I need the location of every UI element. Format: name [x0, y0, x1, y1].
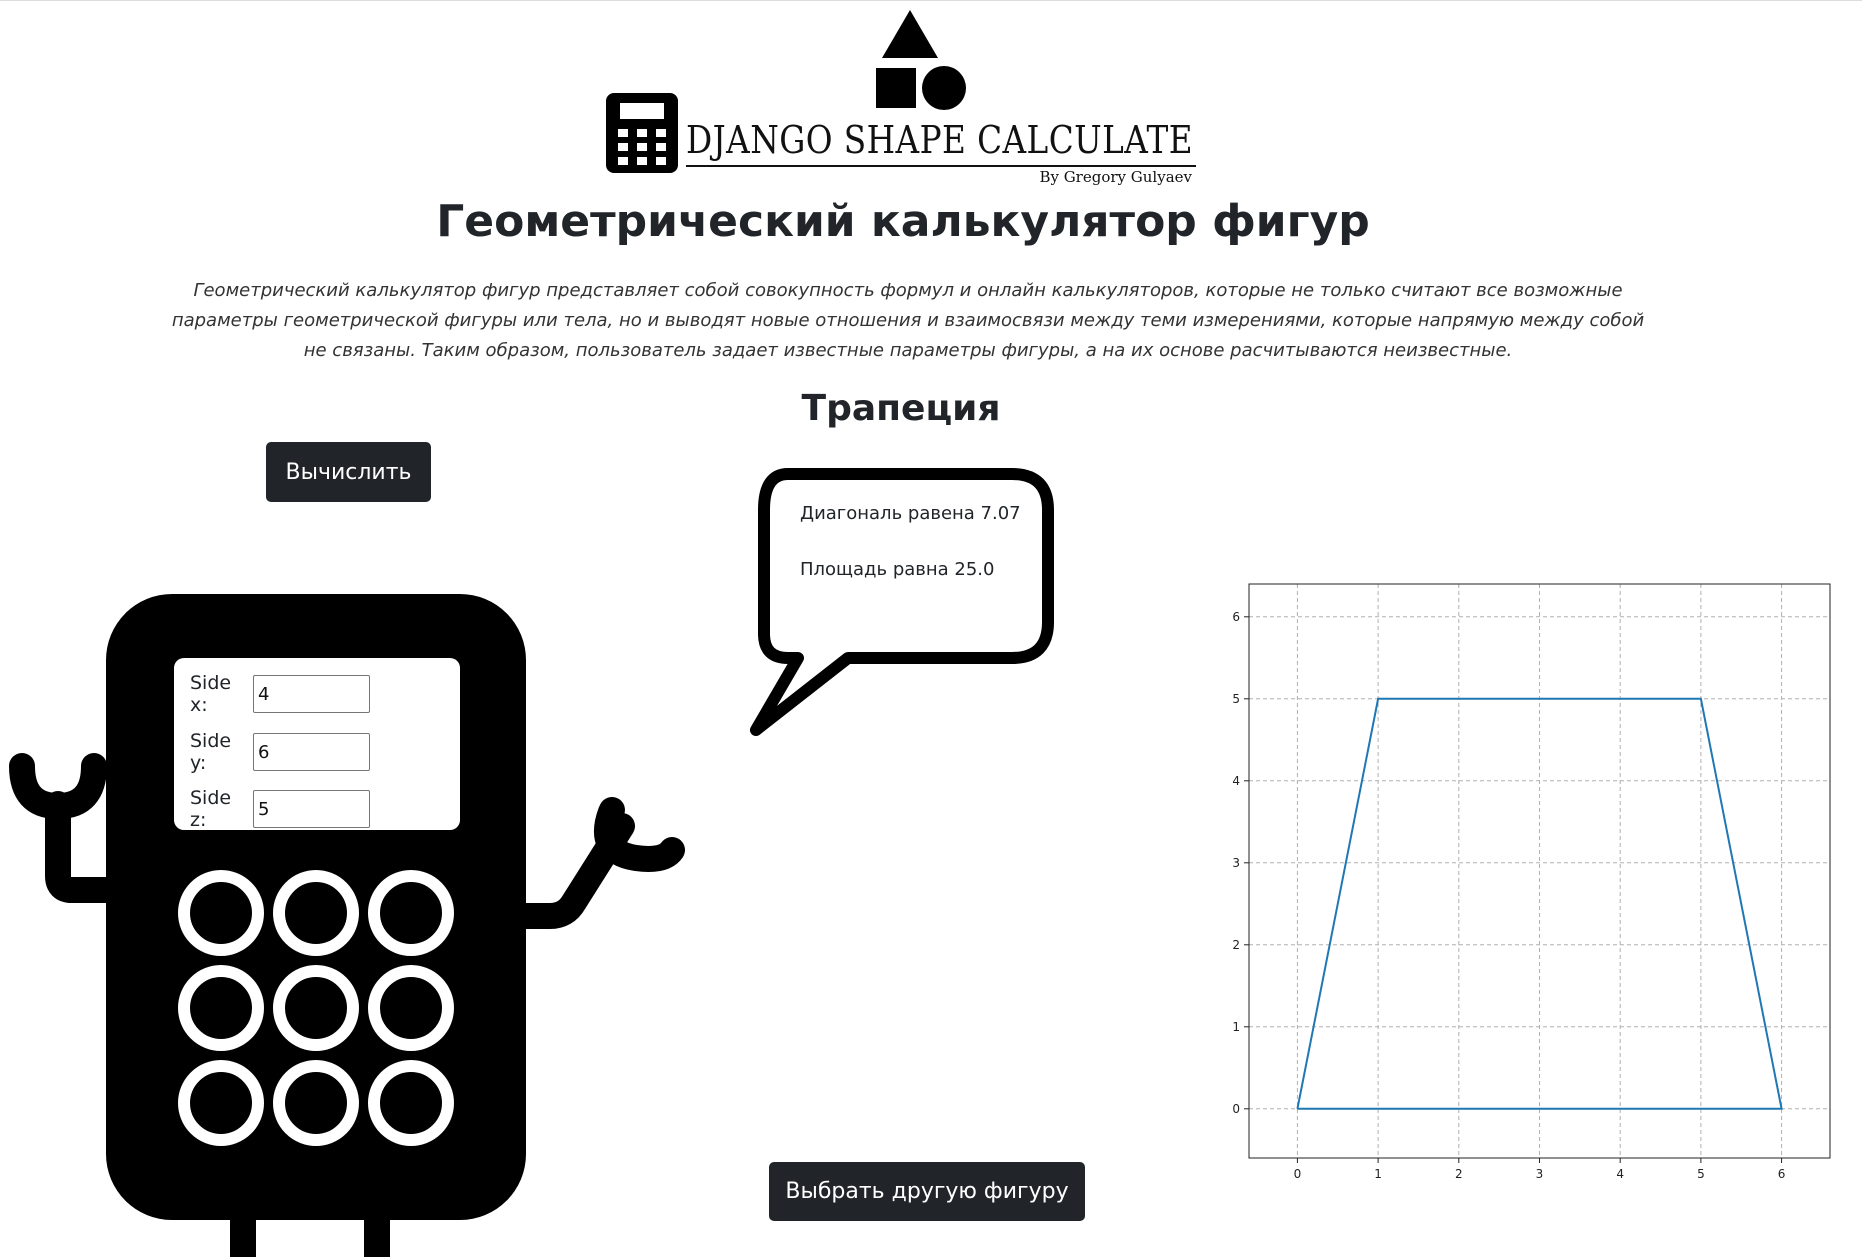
x-tick-label: 2 — [1455, 1167, 1463, 1181]
side-y-input[interactable] — [253, 733, 370, 771]
side-y-label: Side y: — [190, 730, 232, 774]
logo-underline — [686, 165, 1196, 167]
diagonal-result: Диагональ равена 7.07 — [800, 503, 1021, 524]
area-result: Площадь равна 25.0 — [800, 559, 995, 580]
x-tick-label: 6 — [1778, 1167, 1786, 1181]
y-tick-label: 0 — [1232, 1102, 1240, 1116]
trapezoid-chart: 0 1 2 3 4 5 6 0 1 2 3 4 5 6 — [1232, 583, 1831, 1181]
calculator-logo-icon — [606, 93, 678, 173]
y-tick-label: 3 — [1232, 856, 1240, 870]
x-tick-label: 4 — [1616, 1167, 1624, 1181]
logo-author: By Gregory Gulyaev — [1039, 168, 1192, 186]
page-title: Геометрический калькулятор фигур — [436, 196, 1370, 247]
calculate-button[interactable]: Вычислить — [266, 442, 431, 502]
intro-text: Геометрический калькулятор фигур предста… — [171, 280, 1645, 361]
logo: DJANGO SHAPE CALCULATE By Gregory Gulyae… — [598, 8, 1208, 186]
x-tick-label: 0 — [1294, 1167, 1302, 1181]
side-z-field: Side z: — [190, 787, 370, 831]
side-x-field: Side x: — [190, 672, 370, 716]
side-x-label: Side x: — [190, 672, 232, 716]
top-border — [0, 0, 1862, 1]
choose-other-shape-button[interactable]: Выбрать другую фигуру — [769, 1162, 1085, 1221]
y-tick-label: 5 — [1232, 692, 1240, 706]
side-x-input[interactable] — [253, 675, 370, 713]
x-tick-label: 1 — [1374, 1167, 1382, 1181]
logo-title: DJANGO SHAPE CALCULATE — [686, 118, 1193, 162]
y-tick-label: 2 — [1232, 938, 1240, 952]
side-z-input[interactable] — [253, 790, 370, 828]
shape-title: Трапеция — [801, 388, 1001, 429]
shapes-logo-icon — [876, 10, 966, 110]
y-tick-label: 1 — [1232, 1020, 1240, 1034]
x-tick-label: 3 — [1536, 1167, 1544, 1181]
y-tick-label: 6 — [1232, 610, 1240, 624]
side-z-label: Side z: — [190, 787, 232, 831]
x-tick-label: 5 — [1697, 1167, 1705, 1181]
side-y-field: Side y: — [190, 730, 370, 774]
y-tick-label: 4 — [1232, 774, 1240, 788]
